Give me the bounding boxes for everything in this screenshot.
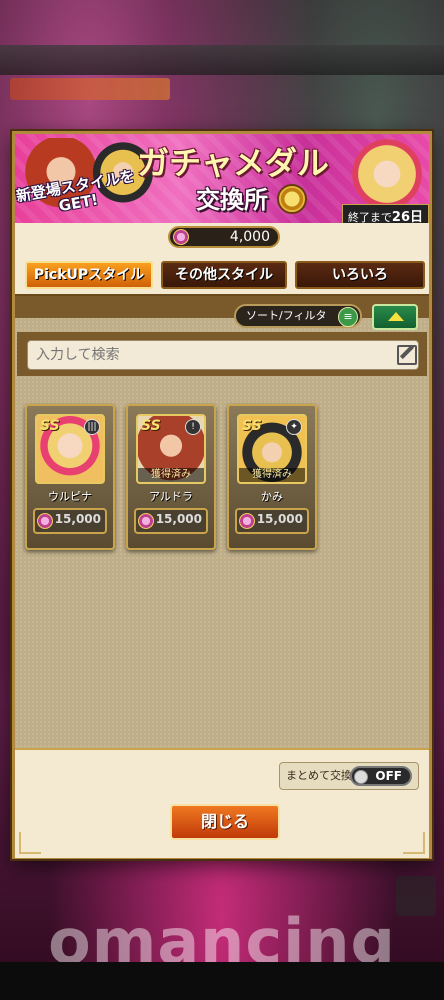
item-card-aldora[interactable]: SS ! 獲得済み アルドラ 15,000 [126, 404, 216, 550]
medal-icon [277, 184, 307, 214]
character-name: ウルピナ [48, 490, 92, 503]
medal-coin-icon [37, 513, 53, 529]
attribute-icon: ✦ [286, 419, 302, 435]
item-list-area: ソート/フィルタ ≡ SS ||| ウルピナ 15,000 SS ! [15, 294, 429, 749]
character-portrait: SS ! 獲得済み [136, 414, 206, 484]
attribute-icon: ! [185, 419, 201, 435]
banner-subtitle: 交換所 [196, 186, 268, 214]
price-value: 15,000 [54, 512, 101, 526]
top-menu-bar [10, 78, 170, 100]
medal-coin-icon [239, 513, 255, 529]
tab-pickup-style[interactable]: PickUPスタイル [25, 261, 153, 289]
background-menu-icon [396, 876, 436, 916]
exchange-price: 15,000 [134, 508, 208, 534]
corner-ornament [19, 832, 41, 854]
banner-title: ガチャメダル [137, 144, 329, 182]
event-end-countdown: 終了まで26日 [341, 204, 429, 223]
list-toolbar [15, 296, 429, 318]
item-card-urpina[interactable]: SS ||| ウルピナ 15,000 [25, 404, 115, 550]
medal-coin-icon [138, 513, 154, 529]
owned-label: 獲得済み [138, 468, 204, 482]
price-value: 15,000 [256, 512, 303, 526]
end-value: 26日 [391, 210, 423, 223]
tab-misc[interactable]: いろいろ [295, 261, 425, 289]
character-name: アルドラ [149, 490, 193, 503]
medal-coin-icon [173, 229, 189, 245]
toggle-knob [354, 770, 368, 784]
character-portrait: SS ✦ 獲得済み [237, 414, 307, 484]
exchange-price: 15,000 [235, 508, 309, 534]
dialog-footer: まとめて交換 OFF 閉じる [15, 748, 429, 858]
triangle-up-icon [388, 312, 404, 321]
exchange-price: 15,000 [33, 508, 107, 534]
corner-ornament [403, 832, 425, 854]
search-bar [17, 332, 427, 376]
sort-filter-label: ソート/フィルタ [246, 309, 327, 322]
item-card-kami[interactable]: SS ✦ 獲得済み かみ 15,000 [227, 404, 317, 550]
end-label: 終了まで [347, 211, 392, 223]
attribute-icon: ||| [84, 419, 100, 435]
owned-label: 獲得済み [239, 468, 305, 482]
medal-balance-value: 4,000 [229, 229, 270, 245]
medal-balance: 4,000 [168, 226, 280, 248]
price-value: 15,000 [155, 512, 202, 526]
toggle-state-label: OFF [375, 769, 402, 783]
character-portrait: SS ||| [35, 414, 105, 484]
medal-exchange-dialog: ガチャメダル 交換所 新登場スタイルをGET! 終了まで26日 4,000 Pi… [12, 131, 432, 859]
category-tabs: PickUPスタイル その他スタイル いろいろ [25, 261, 425, 291]
bottom-strip [0, 962, 444, 1000]
sort-filter-button[interactable]: ソート/フィルタ ≡ [234, 304, 362, 328]
character-name: かみ [261, 490, 283, 503]
rank-badge: SS [141, 418, 161, 434]
bulk-exchange-label: まとめて交換 [286, 769, 352, 782]
rank-badge: SS [40, 418, 60, 434]
top-status-bar [0, 45, 444, 75]
list-icon: ≡ [338, 307, 358, 327]
search-input[interactable] [27, 340, 419, 370]
collapse-up-button[interactable] [372, 304, 418, 330]
event-banner: ガチャメダル 交換所 新登場スタイルをGET! 終了まで26日 [15, 134, 429, 223]
edit-icon[interactable] [397, 345, 417, 365]
bulk-exchange-toggle[interactable]: OFF [350, 766, 412, 786]
bulk-exchange-control: まとめて交換 OFF [279, 762, 419, 790]
close-button[interactable]: 閉じる [170, 804, 280, 840]
rank-badge: SS [242, 418, 262, 434]
tab-other-style[interactable]: その他スタイル [161, 261, 287, 289]
